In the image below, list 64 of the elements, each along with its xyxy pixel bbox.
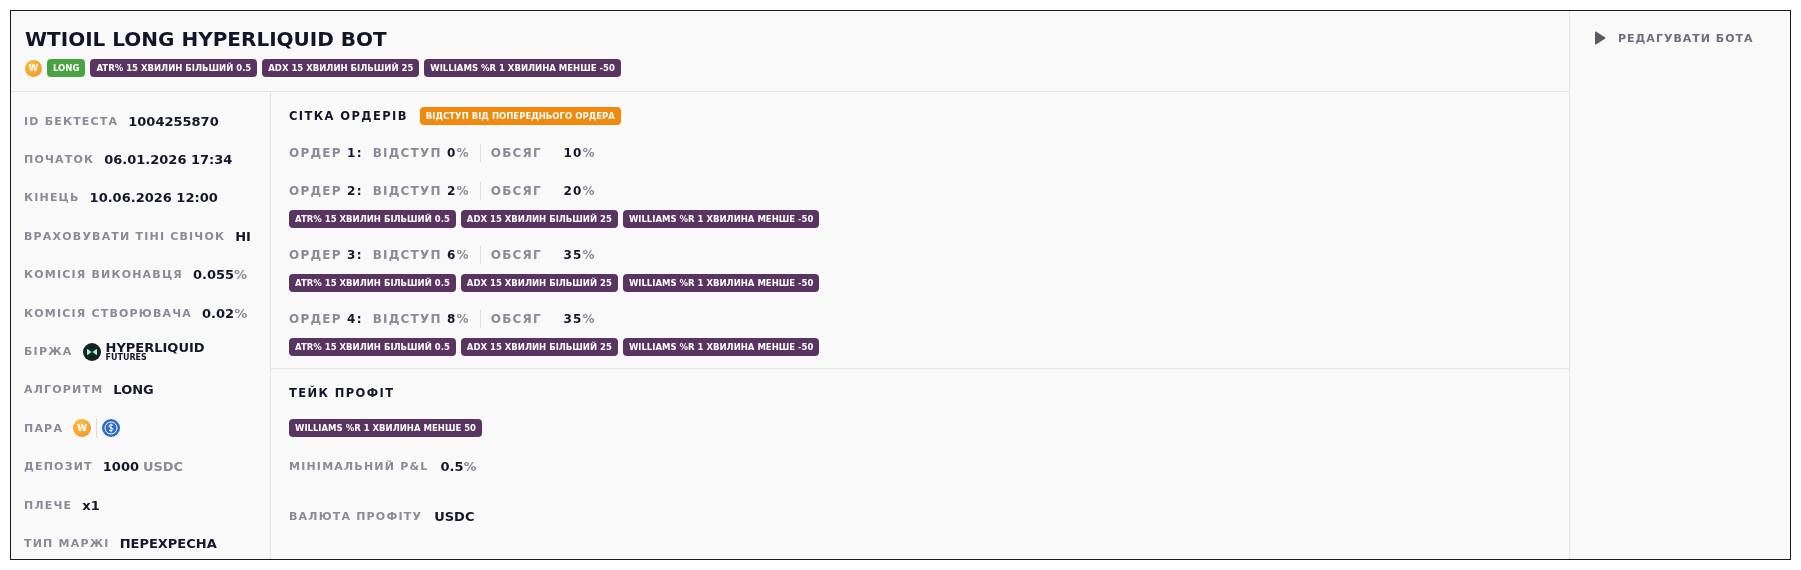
edit-bot-button[interactable]: РЕДАГУВАТИ БОТА (1592, 29, 1756, 47)
dollar-coin-icon (102, 419, 121, 438)
order-number: ОРДЕР 3: (289, 248, 363, 262)
detail-value: НІ (235, 228, 251, 244)
order-offset: ВІДСТУП 6% (372, 248, 470, 262)
condition-tag: ADX 15 ХВИЛИН БІЛЬШИЙ 25 (460, 338, 618, 356)
detail-value: LONG (113, 382, 154, 398)
order-offset: ВІДСТУП 0% (372, 146, 470, 160)
algorithm-tag: LONG (47, 59, 86, 77)
order-volume: ОБСЯГ 10% (490, 146, 596, 160)
play-icon (1594, 31, 1606, 45)
bot-title: WTIOIL LONG HYPERLIQUID BOT (25, 27, 388, 51)
condition-tag: WILLIAMS %R 1 ХВИЛИНА МЕНШЕ -50 (622, 210, 820, 228)
detail-value: x1 (82, 497, 100, 513)
detail-label: ПОЧАТОК (24, 153, 95, 167)
order-volume: ОБСЯГ 35% (490, 248, 596, 262)
condition-tag: ATR% 15 ХВИЛИН БІЛЬШИЙ 0.5 (289, 274, 456, 292)
order-number: ОРДЕР 4: (289, 312, 363, 326)
detail-value: 06.01.2026 17:34 (104, 152, 233, 168)
condition-tag: WILLIAMS %R 1 ХВИЛИНА МЕНШЕ -50 (424, 59, 621, 77)
condition-tag: ATR% 15 ХВИЛИН БІЛЬШИЙ 0.5 (289, 338, 456, 356)
order-volume: ОБСЯГ 35% (490, 312, 596, 326)
section-title: ТЕЙК ПРОФІТ (289, 386, 395, 400)
condition-tag: ATR% 15 ХВИЛИН БІЛЬШИЙ 0.5 (90, 59, 258, 77)
condition-tag: WILLIAMS %R 1 ХВИЛИНА МЕНШЕ 50 (289, 419, 482, 437)
order-offset: ВІДСТУП 8% (372, 312, 470, 326)
order-number: ОРДЕР 2: (289, 184, 363, 198)
detail-label: КОМІСІЯ ВИКОНАВЦЯ (24, 268, 183, 282)
detail-label: ПЛЕЧЕ (24, 498, 73, 512)
order-offset: ВІДСТУП 2% (372, 184, 470, 198)
detail-label: ТИП МАРЖІ (24, 537, 110, 550)
detail-label: ВРАХОВУВАТИ ТІНІ СВІЧОК (24, 229, 226, 243)
detail-label: ID БЕКТЕСТА (24, 114, 119, 128)
field-value: USDC (434, 508, 475, 524)
exchange-logo-icon (82, 342, 101, 361)
detail-value: ПЕРЕХРЕСНА (119, 536, 217, 551)
detail-value: 0.055% (192, 267, 248, 283)
condition-tag: WILLIAMS %R 1 ХВИЛИНА МЕНШЕ -50 (622, 338, 820, 356)
detail-label: ДЕПОЗИТ (24, 460, 93, 474)
coin-icon: W (25, 59, 42, 77)
order-volume: ОБСЯГ 20% (490, 184, 596, 198)
detail-label: АЛГОРИТМ (24, 383, 104, 397)
exchange-name: HYPERLIQUID (105, 341, 205, 355)
detail-label: КОМІСІЯ СТВОРЮВАЧА (24, 306, 193, 320)
order-number: ОРДЕР 1: (289, 146, 363, 160)
detail-value: 0.02% (202, 305, 248, 321)
detail-value: 1000 USDC (102, 459, 184, 475)
detail-label: ПАРА (24, 421, 64, 435)
condition-tag: ADX 15 ХВИЛИН БІЛЬШИЙ 25 (262, 59, 420, 77)
section-title: СІТКА ОРДЕРІВ (289, 109, 408, 123)
exchange-type: FUTURES (105, 354, 147, 363)
field-value: 0.5% (440, 458, 477, 474)
detail-value: 10.06.2026 12:00 (89, 190, 218, 206)
mode-tag: ВІДСТУП ВІД ПОПЕРЕДНЬОГО ОРДЕРА (419, 107, 621, 125)
detail-label: КІНЕЦЬ (24, 191, 80, 205)
condition-tag: ADX 15 ХВИЛИН БІЛЬШИЙ 25 (460, 274, 618, 292)
field-label: ВАЛЮТА ПРОФІТУ (289, 509, 423, 523)
detail-label: БІРЖА (24, 345, 73, 359)
condition-tag: WILLIAMS %R 1 ХВИЛИНА МЕНШЕ -50 (622, 274, 820, 292)
detail-value: 1004255870 (128, 113, 219, 129)
field-label: МІНІМАЛЬНИЙ P&L (289, 459, 429, 473)
condition-tag: ADX 15 ХВИЛИН БІЛЬШИЙ 25 (460, 210, 618, 228)
coin-icon: W (73, 419, 92, 438)
condition-tag: ATR% 15 ХВИЛИН БІЛЬШИЙ 0.5 (289, 210, 456, 228)
